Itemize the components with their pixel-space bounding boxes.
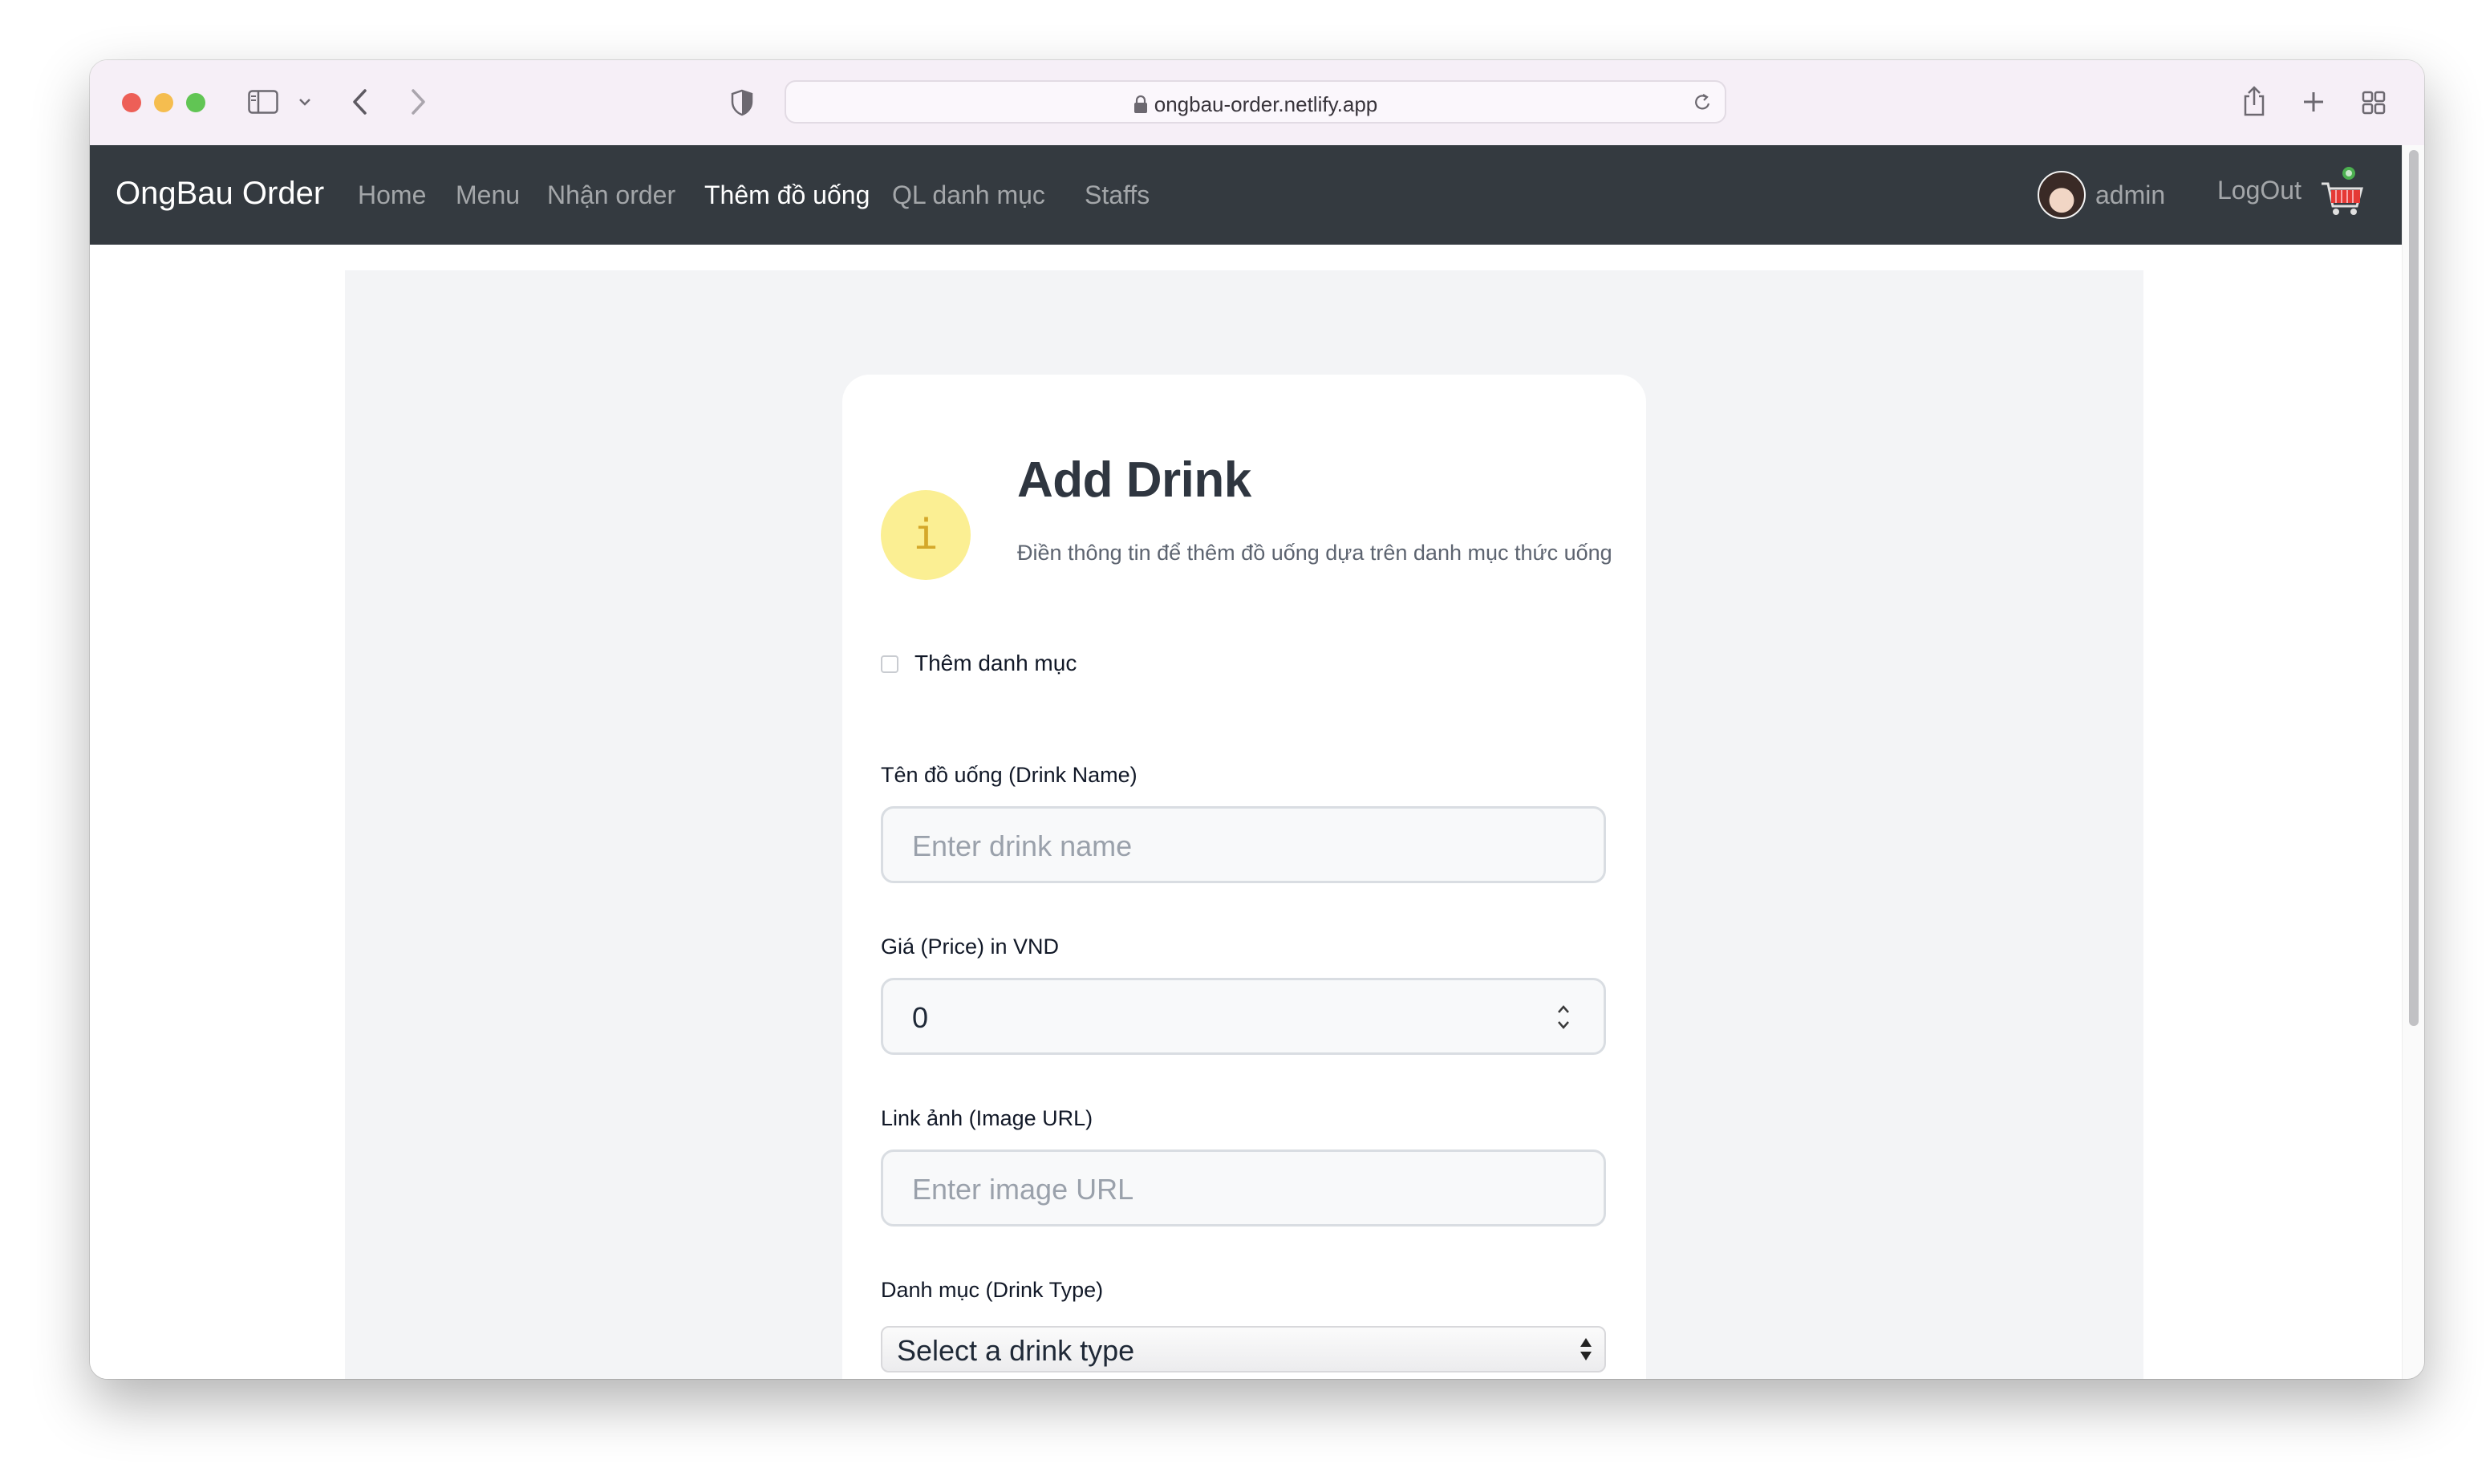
- user-name[interactable]: admin: [2095, 180, 2165, 210]
- drink-type-selected: Select a drink type: [897, 1334, 1135, 1367]
- add-category-checkbox[interactable]: [881, 655, 898, 673]
- minimize-window-button[interactable]: [154, 93, 173, 112]
- nav-link-menu[interactable]: Menu: [456, 180, 520, 210]
- browser-window: ongbau-order.netlify.app OngBau Order Ho…: [90, 60, 2424, 1379]
- info-icon: i: [881, 490, 971, 580]
- nav-link-them-do-uong[interactable]: Thêm đồ uống: [704, 180, 870, 210]
- page-content: i Add Drink Điền thông tin để thêm đồ uố…: [90, 245, 2402, 1379]
- price-value: 0: [912, 1001, 929, 1034]
- sidebar-toggle-icon[interactable]: [247, 87, 279, 116]
- image-url-label: Link ảnh (Image URL): [881, 1106, 1093, 1130]
- drink-name-label: Tên đồ uống (Drink Name): [881, 763, 1138, 787]
- drink-name-input[interactable]: Enter drink name: [881, 806, 1606, 883]
- new-tab-plus-icon[interactable]: [2301, 89, 2326, 115]
- add-drink-card: i Add Drink Điền thông tin để thêm đồ uố…: [842, 375, 1646, 1379]
- image-url-input[interactable]: Enter image URL: [881, 1149, 1606, 1227]
- drink-type-select[interactable]: Select a drink type: [881, 1326, 1606, 1372]
- close-window-button[interactable]: [122, 93, 141, 112]
- brand-logo-text[interactable]: OngBau Order: [116, 176, 324, 212]
- drink-name-placeholder: Enter drink name: [912, 829, 1133, 862]
- app-navbar: OngBau Order Home Menu Nhận order Thêm đ…: [90, 145, 2402, 245]
- nav-link-nhan-order[interactable]: Nhận order: [547, 180, 675, 210]
- back-arrow-icon[interactable]: [348, 86, 372, 118]
- page-subtitle: Điền thông tin để thêm đồ uống dựa trên …: [1017, 541, 1612, 565]
- scrollbar-thumb[interactable]: [2409, 150, 2419, 1026]
- logout-link[interactable]: LogOut: [2217, 176, 2301, 205]
- price-input[interactable]: 0: [881, 978, 1606, 1055]
- browser-toolbar: ongbau-order.netlify.app: [90, 60, 2424, 146]
- form-container: i Add Drink Điền thông tin để thêm đồ uố…: [345, 270, 2143, 1379]
- reload-icon[interactable]: [1691, 91, 1713, 114]
- select-arrows-icon: [1579, 1336, 1593, 1363]
- drink-type-label: Danh mục (Drink Type): [881, 1278, 1104, 1302]
- add-category-label[interactable]: Thêm danh mục: [914, 651, 1077, 676]
- tab-overview-icon[interactable]: [2360, 89, 2387, 116]
- zoom-window-button[interactable]: [186, 93, 205, 112]
- forward-arrow-icon[interactable]: [406, 86, 430, 118]
- price-label: Giá (Price) in VND: [881, 935, 1060, 959]
- lock-icon: [1133, 95, 1148, 120]
- nav-link-staffs[interactable]: Staffs: [1085, 180, 1150, 210]
- address-bar[interactable]: ongbau-order.netlify.app: [785, 80, 1726, 124]
- nav-link-ql-danh-muc[interactable]: QL danh mục: [892, 180, 1045, 210]
- shopping-cart-icon[interactable]: [2320, 166, 2365, 217]
- chevron-down-icon[interactable]: [297, 94, 313, 110]
- number-stepper-icon[interactable]: [1555, 999, 1571, 1035]
- privacy-shield-icon[interactable]: [728, 87, 756, 118]
- page-title: Add Drink: [1017, 452, 1251, 508]
- nav-link-home[interactable]: Home: [358, 180, 426, 210]
- share-icon[interactable]: [2240, 83, 2269, 120]
- image-url-placeholder: Enter image URL: [912, 1173, 1134, 1206]
- url: ongbau-order.netlify.app: [1154, 92, 1378, 116]
- url-text: ongbau-order.netlify.app: [786, 92, 1725, 120]
- user-avatar[interactable]: [2038, 171, 2086, 219]
